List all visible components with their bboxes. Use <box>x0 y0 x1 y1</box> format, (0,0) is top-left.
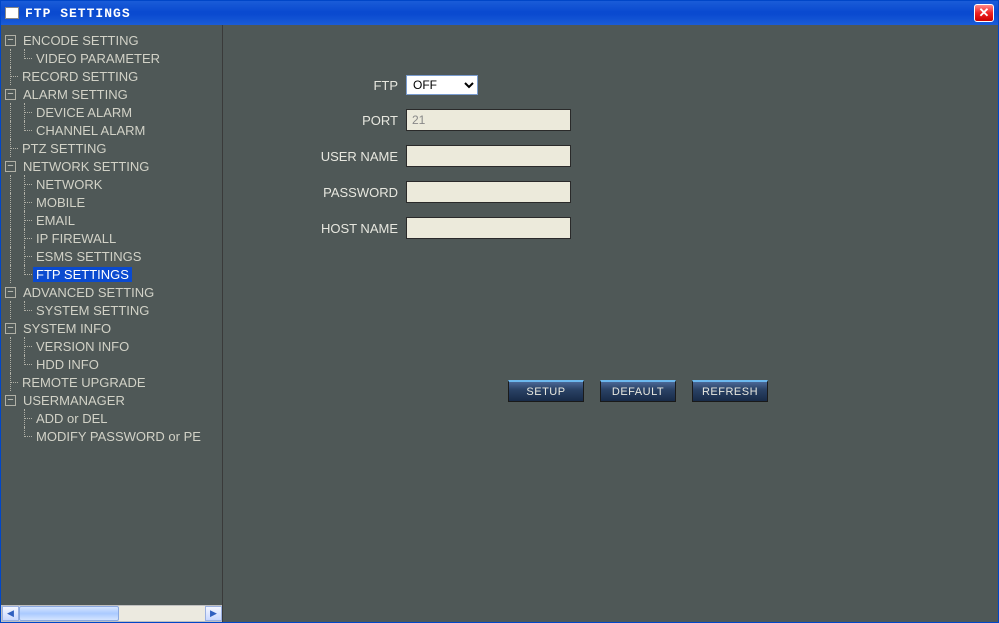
tree-item-system-setting[interactable]: SYSTEM SETTING <box>5 301 222 319</box>
tree-label: ENCODE SETTING <box>20 33 142 48</box>
tree-label: DEVICE ALARM <box>33 105 135 120</box>
tree-label: MODIFY PASSWORD or PE <box>33 429 204 444</box>
tree-item-modify-password[interactable]: MODIFY PASSWORD or PE <box>5 427 222 445</box>
password-label: PASSWORD <box>253 185 398 200</box>
tree-label: NETWORK <box>33 177 105 192</box>
tree-item-version-info[interactable]: VERSION INFO <box>5 337 222 355</box>
tree-label: REMOTE UPGRADE <box>19 375 149 390</box>
tree-item-encode-setting[interactable]: − ENCODE SETTING <box>5 31 222 49</box>
collapse-icon[interactable]: − <box>5 161 16 172</box>
tree-item-ftp-settings[interactable]: FTP SETTINGS <box>5 265 222 283</box>
default-button[interactable]: DEFAULT <box>600 380 676 402</box>
close-button[interactable]: ✕ <box>974 4 994 22</box>
hostname-input[interactable] <box>406 217 571 239</box>
tree-item-email[interactable]: EMAIL <box>5 211 222 229</box>
tree-label: MOBILE <box>33 195 88 210</box>
tree-item-hdd-info[interactable]: HDD INFO <box>5 355 222 373</box>
tree-item-esms-settings[interactable]: ESMS SETTINGS <box>5 247 222 265</box>
tree-label: HDD INFO <box>33 357 102 372</box>
tree-item-mobile[interactable]: MOBILE <box>5 193 222 211</box>
port-input[interactable] <box>406 109 571 131</box>
form-row-ftp: FTP OFF <box>253 75 968 95</box>
tree-item-system-info[interactable]: − SYSTEM INFO <box>5 319 222 337</box>
tree-item-network-setting[interactable]: − NETWORK SETTING <box>5 157 222 175</box>
form-row-username: USER NAME <box>253 145 968 167</box>
tree-item-channel-alarm[interactable]: CHANNEL ALARM <box>5 121 222 139</box>
ftp-select[interactable]: OFF <box>406 75 478 95</box>
setup-button[interactable]: SETUP <box>508 380 584 402</box>
chevron-right-icon: ▶ <box>210 608 217 619</box>
collapse-icon[interactable]: − <box>5 287 16 298</box>
tree-item-add-or-del[interactable]: ADD or DEL <box>5 409 222 427</box>
settings-tree: − ENCODE SETTING VIDEO PARAMETER RECORD … <box>1 25 222 604</box>
scroll-right-button[interactable]: ▶ <box>205 606 222 621</box>
ftp-label: FTP <box>253 78 398 93</box>
tree-label: USERMANAGER <box>20 393 128 408</box>
chevron-left-icon: ◀ <box>7 608 14 619</box>
tree-label: SYSTEM SETTING <box>33 303 152 318</box>
tree-label: RECORD SETTING <box>19 69 141 84</box>
tree-label: PTZ SETTING <box>19 141 110 156</box>
form-row-hostname: HOST NAME <box>253 217 968 239</box>
tree-label: ESMS SETTINGS <box>33 249 144 264</box>
password-input[interactable] <box>406 181 571 203</box>
port-label: PORT <box>253 113 398 128</box>
tree-item-video-parameter[interactable]: VIDEO PARAMETER <box>5 49 222 67</box>
tree-label: EMAIL <box>33 213 78 228</box>
tree-item-ip-firewall[interactable]: IP FIREWALL <box>5 229 222 247</box>
window-body: − ENCODE SETTING VIDEO PARAMETER RECORD … <box>1 25 998 622</box>
tree-label: ADD or DEL <box>33 411 111 426</box>
tree-label: VERSION INFO <box>33 339 132 354</box>
form-row-port: PORT <box>253 109 968 131</box>
tree-item-advanced-setting[interactable]: − ADVANCED SETTING <box>5 283 222 301</box>
tree-label: VIDEO PARAMETER <box>33 51 163 66</box>
tree-item-alarm-setting[interactable]: − ALARM SETTING <box>5 85 222 103</box>
collapse-icon[interactable]: − <box>5 89 16 100</box>
scroll-left-button[interactable]: ◀ <box>2 606 19 621</box>
username-input[interactable] <box>406 145 571 167</box>
main-panel: FTP OFF PORT USER NAME PASSWORD HOST NAM… <box>223 25 998 622</box>
tree-item-usermanager[interactable]: − USERMANAGER <box>5 391 222 409</box>
hostname-label: HOST NAME <box>253 221 398 236</box>
refresh-button[interactable]: REFRESH <box>692 380 768 402</box>
tree-label: SYSTEM INFO <box>20 321 114 336</box>
tree-item-record-setting[interactable]: RECORD SETTING <box>5 67 222 85</box>
tree-label: CHANNEL ALARM <box>33 123 148 138</box>
scroll-track[interactable] <box>19 606 205 621</box>
tree-label: ADVANCED SETTING <box>20 285 157 300</box>
collapse-icon[interactable]: − <box>5 395 16 406</box>
tree-label: NETWORK SETTING <box>20 159 152 174</box>
settings-window: FTP SETTINGS ✕ − ENCODE SETTING VIDEO PA… <box>0 0 999 623</box>
tree-item-device-alarm[interactable]: DEVICE ALARM <box>5 103 222 121</box>
tree-label: FTP SETTINGS <box>33 267 132 282</box>
collapse-icon[interactable]: − <box>5 35 16 46</box>
tree-label: IP FIREWALL <box>33 231 119 246</box>
collapse-icon[interactable]: − <box>5 323 16 334</box>
button-row: SETUP DEFAULT REFRESH <box>508 380 768 402</box>
window-icon <box>5 7 19 19</box>
titlebar: FTP SETTINGS ✕ <box>1 1 998 25</box>
form-row-password: PASSWORD <box>253 181 968 203</box>
tree-item-remote-upgrade[interactable]: REMOTE UPGRADE <box>5 373 222 391</box>
username-label: USER NAME <box>253 149 398 164</box>
sidebar: − ENCODE SETTING VIDEO PARAMETER RECORD … <box>1 25 223 622</box>
close-icon: ✕ <box>979 5 990 21</box>
tree-label: ALARM SETTING <box>20 87 131 102</box>
tree-item-network[interactable]: NETWORK <box>5 175 222 193</box>
window-title: FTP SETTINGS <box>25 6 974 21</box>
tree-item-ptz-setting[interactable]: PTZ SETTING <box>5 139 222 157</box>
sidebar-hscrollbar[interactable]: ◀ ▶ <box>1 605 223 622</box>
scroll-thumb[interactable] <box>19 606 119 621</box>
